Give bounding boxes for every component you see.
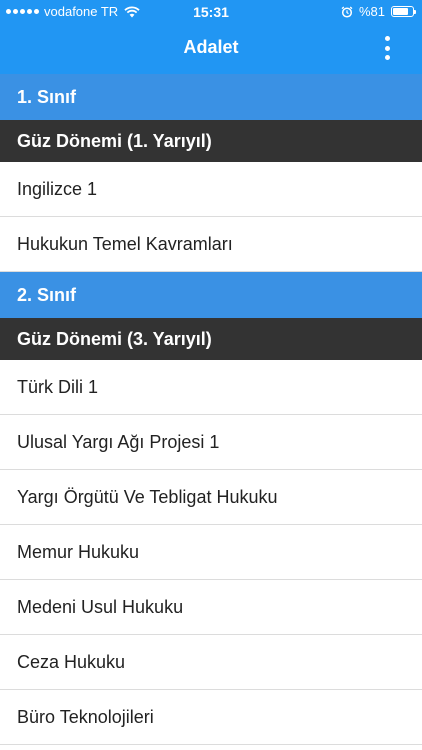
battery-level-fill (393, 8, 409, 15)
app-header: vodafone TR 15:31 %81 Adalet (0, 0, 422, 74)
battery-icon (391, 6, 416, 17)
course-item[interactable]: Yargı Örgütü Ve Tebligat Hukuku (0, 470, 422, 525)
status-right: %81 (341, 4, 416, 19)
course-list: 1. Sınıf Güz Dönemi (1. Yarıyıl) Ingilizce… (0, 74, 422, 745)
year-header: 1. Sınıf (0, 74, 422, 120)
more-vertical-icon[interactable] (382, 36, 392, 60)
course-item[interactable]: Büro Teknolojileri (0, 690, 422, 745)
battery-percent: %81 (358, 4, 385, 19)
course-item[interactable]: Medeni Usul Hukuku (0, 580, 422, 635)
app-title: Adalet (183, 37, 239, 57)
course-item[interactable]: Ceza Hukuku (0, 635, 422, 690)
term-header: Güz Dönemi (3. Yarıyıl) (0, 318, 422, 360)
course-item[interactable]: Türk Dili 1 (0, 360, 422, 415)
status-bar: vodafone TR 15:31 %81 (0, 0, 422, 24)
year-header: 2. Sınıf (0, 272, 422, 318)
course-item[interactable]: Ulusal Yargı Ağı Projesi 1 (0, 415, 422, 470)
course-item[interactable]: Memur Hukuku (0, 525, 422, 580)
alarm-icon (341, 6, 353, 18)
course-item[interactable]: Ingilizce 1 (0, 162, 422, 217)
course-item[interactable]: Hukukun Temel Kavramları (0, 217, 422, 272)
term-header: Güz Dönemi (1. Yarıyıl) (0, 120, 422, 162)
